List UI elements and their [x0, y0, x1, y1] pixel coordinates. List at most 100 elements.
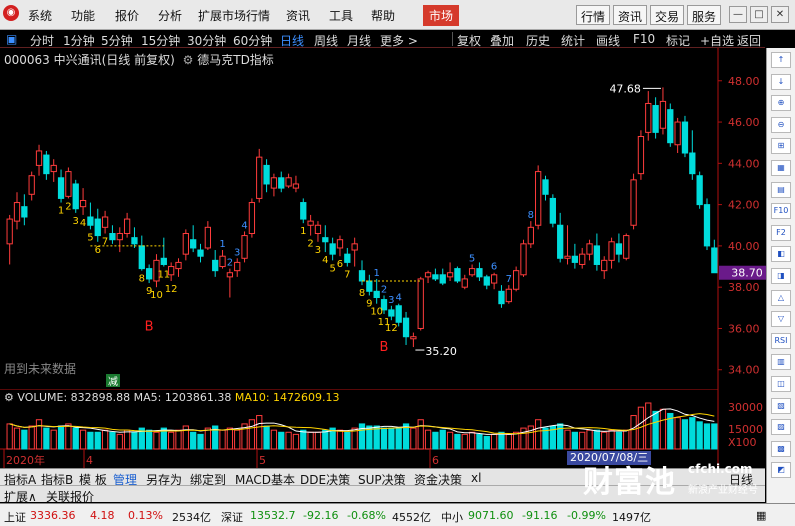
td-count-label: 3: [388, 295, 394, 306]
candle-body: [145, 268, 153, 280]
menu-market[interactable]: 市场: [423, 5, 460, 26]
settings-icon[interactable]: ⚙: [4, 391, 14, 404]
sidebar-tool-icon[interactable]: ◫: [771, 376, 791, 392]
candle-body: [417, 278, 424, 329]
volume-bar: [234, 429, 241, 450]
period-1min[interactable]: 1分钟: [63, 32, 95, 49]
candle-body: [79, 199, 87, 208]
period-30min[interactable]: 30分钟: [187, 32, 226, 49]
back-button[interactable]: 返回: [737, 32, 761, 49]
period-daily[interactable]: 日线: [280, 32, 304, 49]
f10-button[interactable]: F10: [633, 32, 655, 46]
td-count-label: 3: [234, 247, 240, 258]
max-price-label: 47.68: [609, 82, 641, 95]
sidebar-tool-icon[interactable]: ◩: [771, 462, 791, 479]
volume-value: VOLUME: 832898.88: [17, 391, 131, 404]
volume-tick-label: 30000: [728, 401, 763, 414]
sidebar-tool-icon[interactable]: ▤: [771, 181, 791, 198]
candle-body: [366, 280, 373, 292]
sidebar-tool-icon[interactable]: ▥: [771, 354, 791, 371]
sidebar-tool-icon[interactable]: △: [771, 289, 791, 306]
close-icon[interactable]: ✕: [771, 6, 789, 23]
td-count-label: 3: [315, 245, 321, 256]
candle-body: [65, 171, 72, 197]
period-intraday[interactable]: 分时: [30, 32, 54, 49]
stats-button[interactable]: 统计: [561, 32, 585, 49]
menu-system[interactable]: 系统: [28, 7, 52, 24]
volume-bar: [344, 431, 351, 450]
right-sidebar: ↑ ↓ ⊕ ⊖ ⊞ ▦ ▤ F10 F2 ◧ ◨ △ ▽ RSI ▥ ◫ ▧ ▨ ▩ ◩: [766, 48, 795, 526]
menu-help[interactable]: 帮助: [371, 7, 395, 24]
sidebar-tool-icon[interactable]: ▦: [771, 160, 791, 176]
period-5min[interactable]: 5分钟: [101, 32, 133, 49]
sidebar-tool-icon[interactable]: RSI: [771, 332, 791, 349]
volume-bar: [270, 429, 278, 450]
volume-bar: [116, 433, 123, 450]
service-button[interactable]: 服务: [687, 5, 722, 25]
mark-button[interactable]: 标记: [666, 32, 690, 49]
menu-news[interactable]: 资讯: [286, 7, 310, 24]
price-chart[interactable]: 48.00 46.00 44.00 42.00 40.00 38.00 36.00 34.00…: [0, 48, 766, 389]
volume-bar: [43, 427, 50, 450]
adjust-button[interactable]: 复权: [457, 32, 481, 49]
period-monthly[interactable]: 月线: [347, 32, 371, 49]
candle-body: [505, 288, 512, 303]
candle-body: [446, 272, 454, 278]
minimize-icon[interactable]: —: [729, 6, 747, 23]
candle-body: [256, 156, 263, 199]
volume-bar: [226, 427, 234, 450]
sidebar-tool-icon[interactable]: ▽: [771, 311, 791, 328]
future-data-note: 用到未来数据: [4, 361, 76, 376]
tab-xl[interactable]: xl: [471, 471, 481, 485]
candle-body: [667, 109, 674, 144]
sidebar-tool-icon[interactable]: ⊕: [771, 95, 791, 112]
sidebar-tool-icon[interactable]: ▨: [771, 419, 791, 436]
candle-body: [358, 270, 366, 282]
buy-signal-label: B: [380, 340, 389, 355]
indicator-name[interactable]: 德马克TD指标: [197, 53, 274, 67]
sidebar-tool-icon[interactable]: ◧: [771, 246, 791, 263]
menu-quote[interactable]: 报价: [115, 7, 139, 24]
sidebar-tool-icon[interactable]: ↓: [771, 73, 791, 90]
draw-button[interactable]: 画线: [596, 32, 620, 49]
volume-bar: [50, 429, 57, 450]
gear-icon[interactable]: ⚙: [183, 53, 194, 67]
sidebar-tool-icon[interactable]: F2: [771, 224, 791, 241]
add-watchlist-button[interactable]: +自选: [700, 32, 734, 49]
volume-bar: [358, 423, 366, 450]
candle-body: [21, 206, 28, 218]
td-count-label: 4: [241, 220, 247, 231]
maximize-icon[interactable]: □: [750, 6, 768, 23]
sidebar-tool-icon[interactable]: ⊞: [771, 138, 791, 155]
period-60min[interactable]: 60分钟: [233, 32, 272, 49]
volume-bar: [623, 429, 630, 450]
menu-analysis[interactable]: 分析: [158, 7, 182, 24]
layout-icon[interactable]: ▣: [6, 32, 17, 46]
volume-bar: [454, 433, 461, 450]
history-button[interactable]: 历史: [526, 32, 550, 49]
volume-bar: [557, 423, 564, 450]
status-menu-icon[interactable]: ▦: [756, 509, 766, 522]
menu-function[interactable]: 功能: [71, 7, 95, 24]
volume-bar: [256, 415, 263, 450]
candle-body: [454, 268, 461, 282]
volume-bar: [35, 419, 43, 450]
zx-amount: 1497亿: [612, 511, 651, 524]
menu-ext-market[interactable]: 扩展市场行情: [198, 7, 270, 24]
quote-button[interactable]: 行情: [576, 5, 611, 25]
menu-tools[interactable]: 工具: [329, 7, 353, 24]
sidebar-tool-icon[interactable]: ⊖: [771, 116, 791, 133]
sidebar-tool-icon[interactable]: ◨: [771, 268, 791, 284]
sidebar-tool-icon[interactable]: ▧: [771, 397, 791, 414]
sidebar-tool-icon[interactable]: ↑: [771, 52, 791, 68]
news-button[interactable]: 资讯: [613, 5, 648, 25]
sidebar-tool-icon[interactable]: ▩: [771, 440, 791, 457]
overlay-button[interactable]: 叠加: [490, 32, 514, 49]
candle-body: [513, 270, 520, 290]
period-more[interactable]: 更多 >: [380, 32, 418, 49]
trade-button[interactable]: 交易: [650, 5, 685, 25]
period-15min[interactable]: 15分钟: [141, 32, 180, 49]
period-weekly[interactable]: 周线: [314, 32, 338, 49]
volume-bar: [564, 429, 571, 450]
sidebar-tool-icon[interactable]: F10: [771, 203, 791, 220]
